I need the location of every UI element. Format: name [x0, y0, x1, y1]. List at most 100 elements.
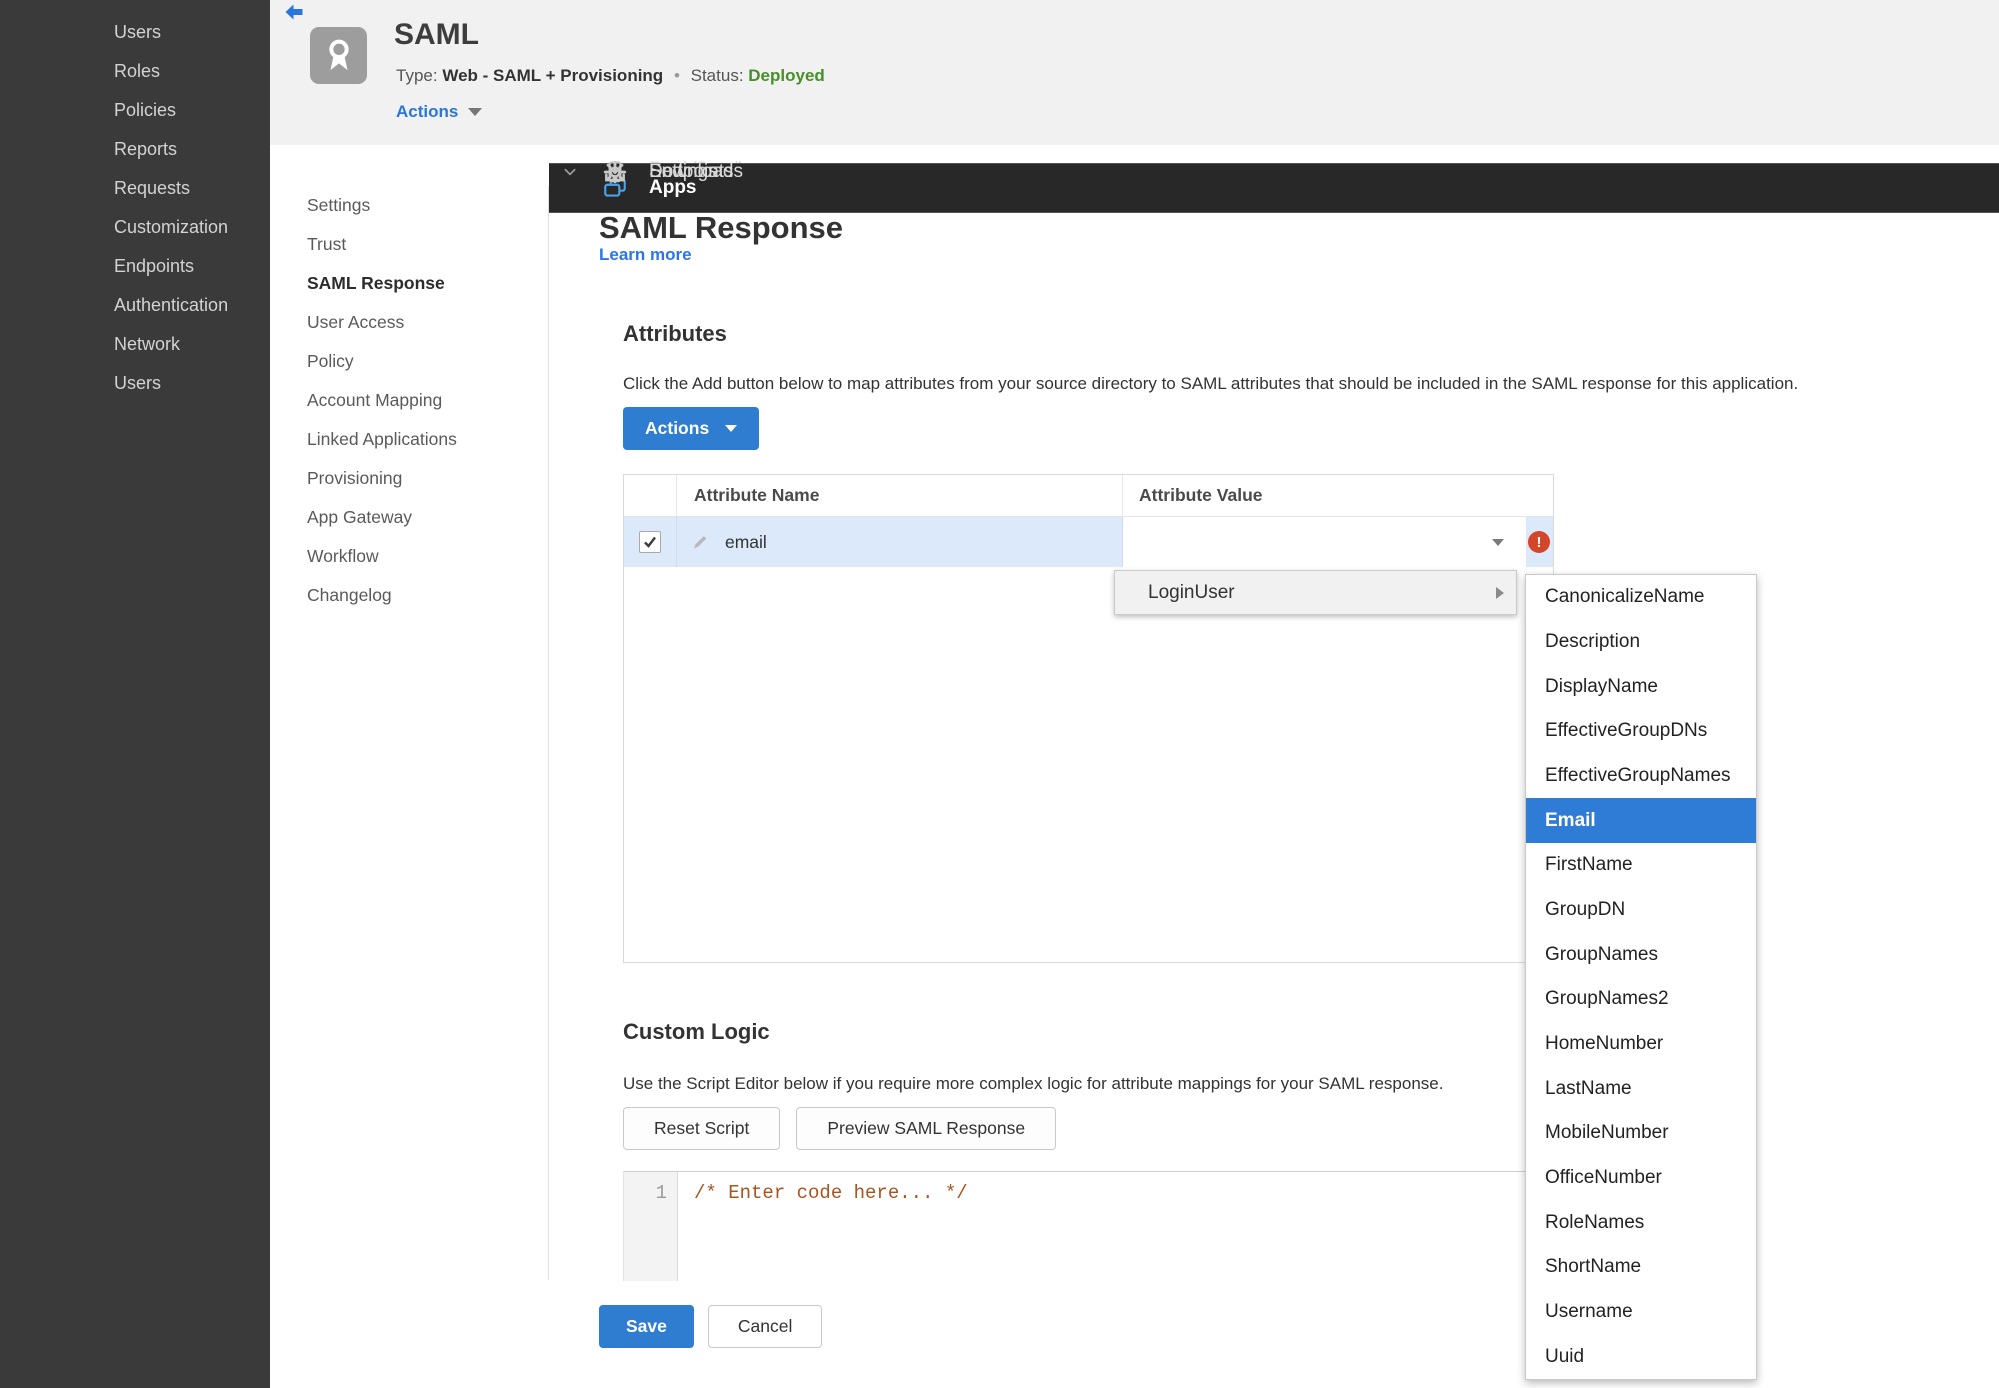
- learn-more-link[interactable]: Learn more: [599, 245, 692, 265]
- submenu-item-displayname[interactable]: DisplayName: [1526, 664, 1756, 709]
- attributes-description: Click the Add button below to map attrib…: [623, 374, 1799, 393]
- sidebar-item-network[interactable]: Network: [0, 325, 270, 364]
- table-header: Attribute Name Attribute Value: [624, 475, 1553, 517]
- chevron-right-icon: [1496, 587, 1504, 599]
- submenu-item-mobilenumber[interactable]: MobileNumber: [1526, 1111, 1756, 1156]
- submenu-item-canonicalizename[interactable]: CanonicalizeName: [1526, 575, 1756, 620]
- custom-logic-heading: Custom Logic: [623, 1019, 770, 1045]
- app-meta: Type: Web - SAML + Provisioning • Status…: [396, 66, 825, 86]
- subnav-item-saml-response[interactable]: SAML Response: [270, 264, 548, 303]
- page-header: SAML Type: Web - SAML + Provisioning • S…: [270, 0, 1999, 145]
- subnav-item-trust[interactable]: Trust: [270, 225, 548, 264]
- preview-saml-response-button[interactable]: Preview SAML Response: [796, 1107, 1057, 1150]
- submenu-item-lastname[interactable]: LastName: [1526, 1066, 1756, 1111]
- attribute-name-cell: email: [676, 517, 1122, 567]
- status-label: Status:: [690, 66, 744, 85]
- type-value: Web - SAML + Provisioning: [442, 66, 664, 85]
- custom-logic-description: Use the Script Editor below if you requi…: [623, 1074, 1444, 1093]
- main-content: SAML Response Learn more Attributes Clic…: [549, 145, 1999, 1388]
- status-badge: Deployed: [748, 66, 825, 85]
- script-editor: 1 /* Enter code here... */: [623, 1171, 1554, 1281]
- submenu-item-groupnames2[interactable]: GroupNames2: [1526, 977, 1756, 1022]
- submenu-item-description[interactable]: Description: [1526, 620, 1756, 665]
- submenu-item-groupdn[interactable]: GroupDN: [1526, 888, 1756, 933]
- save-button[interactable]: Save: [599, 1305, 694, 1348]
- attribute-name-value: email: [725, 531, 767, 552]
- sidebar-item-label: Authentication: [114, 295, 229, 315]
- table-row: email !: [624, 517, 1553, 567]
- dropdown-trigger-label: LoginUser: [1148, 581, 1235, 603]
- submenu-item-homenumber[interactable]: HomeNumber: [1526, 1022, 1756, 1067]
- editor-code-area[interactable]: /* Enter code here... */: [678, 1172, 1554, 1281]
- sidebar-item-label: Roles: [114, 61, 161, 81]
- submenu-item-rolenames[interactable]: RoleNames: [1526, 1200, 1756, 1245]
- footer-buttons: Save Cancel: [599, 1305, 823, 1348]
- chevron-down-icon: [468, 108, 483, 116]
- subnav-item-user-access[interactable]: User Access: [270, 303, 548, 342]
- actions-button-label: Actions: [645, 418, 710, 438]
- subnav-item-app-gateway[interactable]: App Gateway: [270, 498, 548, 537]
- select-column-header: [624, 475, 676, 516]
- subnav-item-workflow[interactable]: Workflow: [270, 537, 548, 576]
- submenu-item-groupnames[interactable]: GroupNames: [1526, 932, 1756, 977]
- attribute-value-dropdown-loginuser[interactable]: LoginUser: [1114, 570, 1517, 615]
- sidebar-item-users[interactable]: Users: [0, 364, 270, 403]
- subnav-item-policy[interactable]: Policy: [270, 342, 548, 381]
- attributes-actions-button[interactable]: Actions: [623, 407, 760, 450]
- sidebar-item-label: Customization: [114, 217, 229, 237]
- type-label: Type:: [396, 66, 438, 85]
- submenu-item-email[interactable]: Email: [1526, 798, 1756, 844]
- cancel-button[interactable]: Cancel: [707, 1305, 823, 1348]
- submenu-item-uuid[interactable]: Uuid: [1526, 1334, 1756, 1379]
- editor-line-number: 1: [624, 1172, 678, 1281]
- sidebar-item-label: Requests: [114, 178, 191, 198]
- chevron-down-icon: [1492, 539, 1504, 546]
- sidebar-item-label: Users: [114, 22, 162, 42]
- row-select-cell: [624, 517, 676, 567]
- submenu-item-shortname[interactable]: ShortName: [1526, 1245, 1756, 1290]
- validation-error-icon: !: [1528, 531, 1550, 553]
- sidebar-item-label: Endpoints: [114, 256, 195, 276]
- attribute-value-cell: !: [1122, 517, 1553, 567]
- app-title: SAML: [394, 18, 479, 51]
- sidebar-item-label: Reports: [114, 139, 178, 159]
- loginuser-attributes-submenu: CanonicalizeName Description DisplayName Ef…: [1525, 574, 1757, 1380]
- reset-script-button[interactable]: Reset Script: [623, 1107, 781, 1150]
- saml-app-icon: [310, 27, 367, 84]
- row-checkbox[interactable]: [639, 531, 661, 553]
- attribute-name-header: Attribute Name: [676, 475, 1122, 516]
- submenu-item-firstname[interactable]: FirstName: [1526, 843, 1756, 888]
- sidebar-item-endpoints[interactable]: Endpoints: [0, 247, 270, 286]
- submenu-item-officenumber[interactable]: OfficeNumber: [1526, 1156, 1756, 1201]
- submenu-item-effectivegroupdns[interactable]: EffectiveGroupDNs: [1526, 709, 1756, 754]
- sidebar-item-roles[interactable]: Roles: [0, 52, 270, 91]
- header-actions-label: Actions: [396, 102, 459, 121]
- sidebar-item-label: Users: [114, 373, 162, 393]
- app-settings-subnav: Settings Trust SAML Response User Access Pol…: [270, 186, 549, 1280]
- subnav-item-account-mapping[interactable]: Account Mapping: [270, 381, 548, 420]
- subnav-item-settings[interactable]: Settings: [270, 186, 548, 225]
- sidebar-item-requests[interactable]: Requests: [0, 169, 270, 208]
- subnav-item-changelog[interactable]: Changelog: [270, 576, 548, 615]
- subnav-item-provisioning[interactable]: Provisioning: [270, 459, 548, 498]
- edit-pencil-icon[interactable]: [690, 532, 710, 552]
- sidebar-item-authentication[interactable]: Authentication: [0, 286, 270, 325]
- attribute-value-header: Attribute Value: [1122, 475, 1553, 516]
- page-title: SAML Response: [599, 209, 844, 245]
- custom-logic-buttons: Reset Script Preview SAML Response: [623, 1107, 1057, 1150]
- subnav-item-linked-applications[interactable]: Linked Applications: [270, 420, 548, 459]
- sidebar-item-reports[interactable]: Reports: [0, 130, 270, 169]
- chevron-down-icon: [725, 425, 738, 432]
- submenu-item-effectivegroupnames[interactable]: EffectiveGroupNames: [1526, 754, 1756, 799]
- sidebar-item-label: Network: [114, 334, 181, 354]
- sidebar-item-users[interactable]: Users: [0, 13, 270, 52]
- submenu-item-username[interactable]: Username: [1526, 1290, 1756, 1335]
- header-actions-menu[interactable]: Actions: [396, 102, 483, 122]
- meta-separator: •: [673, 66, 680, 85]
- app-root: DashboardsCore ServicesUsersRolesPolicie…: [0, 0, 1999, 1388]
- attributes-heading: Attributes: [623, 321, 727, 347]
- sidebar-item-customization[interactable]: Customization: [0, 208, 270, 247]
- back-arrow-icon[interactable]: [283, 3, 305, 23]
- attribute-value-combobox[interactable]: [1123, 517, 1526, 567]
- sidebar-item-policies[interactable]: Policies: [0, 91, 270, 130]
